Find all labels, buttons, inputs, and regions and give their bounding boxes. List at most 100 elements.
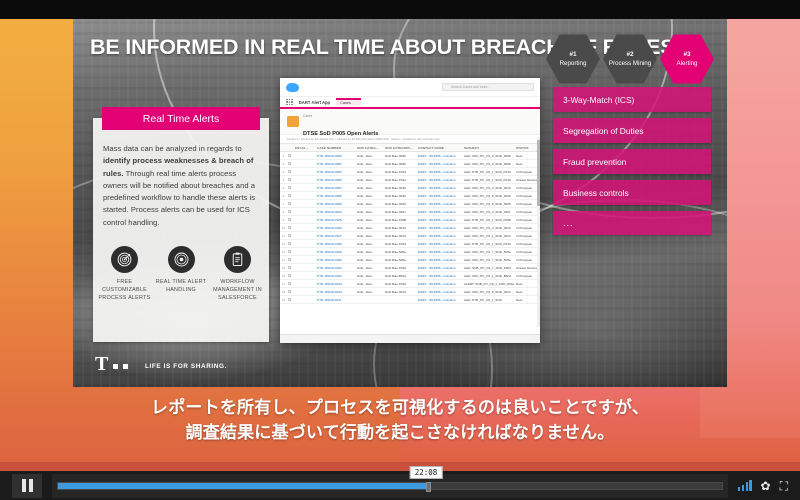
row-checkbox[interactable] <box>287 159 294 169</box>
cell-contact-name[interactable]: DART - IDLDMS - Interface <box>417 159 463 169</box>
cell-case-number[interactable]: PTR_0001117889 <box>316 199 356 209</box>
checkbox-icon[interactable] <box>288 241 291 245</box>
hexagon-step-reporting[interactable]: #1 Reporting <box>546 34 600 84</box>
checkbox-icon[interactable] <box>288 265 291 269</box>
checkbox-icon[interactable] <box>288 297 291 301</box>
cell-case-number[interactable]: PTR_0001117906 <box>316 223 356 233</box>
row-checkbox[interactable] <box>287 207 294 217</box>
cell-contact-name[interactable]: DART - IDLDMS - Interface <box>417 247 463 257</box>
row-checkbox[interactable] <box>287 199 294 209</box>
gear-icon[interactable]: ✿ <box>761 480 771 492</box>
progress-handle[interactable] <box>426 481 431 492</box>
cell-contact-name[interactable]: DART - IDLDMS - Interface <box>417 263 463 273</box>
row-checkbox[interactable] <box>287 295 294 305</box>
cell-case-number[interactable]: PTR_0001117907 <box>316 231 356 241</box>
table-row[interactable]: 7 PTR_0001117889 SoD - Alert SoD Rise 0025 D… <box>280 199 540 209</box>
row-checkbox[interactable] <box>287 231 294 241</box>
cell-contact-name[interactable]: DART - IDLDMS - Interface <box>417 279 463 289</box>
row-checkbox[interactable] <box>287 167 294 177</box>
cell-case-number[interactable]: PTR_0001113237 <box>316 295 356 305</box>
row-checkbox[interactable] <box>287 175 294 185</box>
cell-contact-name[interactable]: DART - IDLDMS - Interface <box>417 215 463 225</box>
cell-case-number[interactable]: PTR_0001113234 <box>316 279 356 289</box>
checkbox-icon[interactable] <box>288 289 291 293</box>
app-scrollbar-thumb[interactable] <box>537 140 540 206</box>
table-row[interactable]: 8 PTR_0001117894 SoD - Alert SoD Rise 0407 D… <box>280 207 540 217</box>
quality-signal-icon[interactable] <box>738 480 752 491</box>
checkbox-icon[interactable] <box>288 193 291 197</box>
cell-case-number[interactable]: PTR_0001117894 <box>316 207 356 217</box>
table-row[interactable]: 12 PTR_0001117908 SoD - Alert SoD Rise P013… <box>280 239 540 249</box>
hexagon-step-process-mining[interactable]: #2 Process Mining <box>603 34 657 84</box>
cell-contact-name[interactable]: DART - IDLDMS - Interface <box>417 271 463 281</box>
checkbox-icon[interactable] <box>288 281 291 285</box>
cell-contact-name[interactable]: DART - IDLDMS - Interface <box>417 175 463 185</box>
hexagon-step-alerting[interactable]: #3 Alerting <box>660 34 714 84</box>
table-row[interactable]: 18 PTR_0001113234 SoD - Alert SoD Rise 0013… <box>280 287 540 297</box>
checkbox-icon[interactable] <box>288 153 291 157</box>
checkbox-icon[interactable] <box>288 249 291 253</box>
cell-case-number[interactable]: PTR_0001113234 <box>316 287 356 297</box>
checkbox-icon[interactable] <box>288 225 291 229</box>
row-checkbox[interactable] <box>287 279 294 289</box>
checkbox-icon[interactable] <box>288 257 291 261</box>
cell-case-number[interactable]: PTR_0001117886 <box>316 175 356 185</box>
cell-case-number[interactable]: PTR_0001117883 <box>316 167 356 177</box>
col-sub-category-1[interactable]: SUB CATEG... <box>356 142 384 153</box>
cell-contact-name[interactable]: DART - IDLDMS - Interface <box>417 191 463 201</box>
checkbox-icon[interactable] <box>288 185 291 189</box>
cell-case-number[interactable]: PTR_0001117980 <box>316 255 356 265</box>
table-row[interactable]: 10 PTR_0001117906 SoD - Alert SoD Rise 0010… <box>280 223 540 233</box>
cell-case-number[interactable]: PTR_0001117881 <box>316 159 356 169</box>
col-subject[interactable]: SUBJECT <box>463 142 515 153</box>
cell-contact-name[interactable]: DART - IDLDMS - Interface <box>417 151 463 161</box>
row-checkbox[interactable] <box>287 151 294 161</box>
table-row[interactable]: 13 PTR_0001117909 SoD - Alert SoD Rise 500a… <box>280 247 540 257</box>
checkbox-icon[interactable] <box>288 273 291 277</box>
row-checkbox[interactable] <box>287 215 294 225</box>
table-row[interactable]: 14 PTR_0001117980 SoD - Alert SoD Rise 500a… <box>280 255 540 265</box>
fullscreen-icon[interactable]: ⛶ <box>780 480 788 492</box>
cell-contact-name[interactable]: DART - IDLDMS - Interface <box>417 199 463 209</box>
cell-case-number[interactable]: PTR_0001117904 <box>316 271 356 281</box>
col-contact-name[interactable]: CONTACT NAME <box>417 142 463 153</box>
col-case-number[interactable]: CASE NUMBER <box>316 142 356 153</box>
cell-case-number[interactable]: PTR_0001117909 <box>316 247 356 257</box>
row-checkbox[interactable] <box>287 287 294 297</box>
progress-bar-container[interactable]: 22:08 <box>52 465 729 498</box>
checkbox-icon[interactable] <box>288 169 291 173</box>
cell-contact-name[interactable]: DART - IDLDMS - Interface <box>417 223 463 233</box>
app-search-input[interactable]: Search Cases and more... <box>442 83 534 91</box>
cell-contact-name[interactable]: DART - IDLDMS - Interface <box>417 231 463 241</box>
checkbox-icon[interactable] <box>288 217 291 221</box>
table-row[interactable]: 4 PTR_0001117886 SoD - Alert SoD Rise P012 D… <box>280 175 540 185</box>
table-row[interactable]: 9 PTR_0001117905 SoD - Alert SoD Rise P008 D… <box>280 215 540 225</box>
col-escalated[interactable]: ESCAL... <box>294 142 316 153</box>
cell-contact-name[interactable]: DART - IDLDMS - Interface <box>417 167 463 177</box>
checkbox-icon[interactable] <box>288 161 291 165</box>
pause-button[interactable] <box>12 473 42 498</box>
col-sub-category-2[interactable]: SUB CATEGORI... <box>384 142 417 153</box>
cell-contact-name[interactable]: DART - IDLDMS - Interface <box>417 207 463 217</box>
checkbox-icon[interactable] <box>288 201 291 205</box>
cell-contact-name[interactable]: DART - IDLDMS - Interface <box>417 183 463 193</box>
cell-case-number[interactable]: PTR_0001117888 <box>316 191 356 201</box>
table-row[interactable]: 16 PTR_0001117904 SoD - Alert SoD Rise B5cA… <box>280 271 540 281</box>
tab-cases[interactable]: Cases <box>336 98 361 106</box>
table-row[interactable]: 6 PTR_0001117888 SoD - Alert SoD Rise 0032 D… <box>280 191 540 201</box>
row-checkbox[interactable] <box>287 263 294 273</box>
row-checkbox[interactable] <box>287 247 294 257</box>
table-row[interactable]: 11 PTR_0001117907 SoD - Alert SoD Rise 0013… <box>280 231 540 241</box>
row-checkbox[interactable] <box>287 271 294 281</box>
cell-contact-name[interactable]: DART - IDLDMS - Interface <box>417 239 463 249</box>
table-row[interactable]: 1 PTR_0001117880 SoD - Alert SoD Rise 0096 D… <box>280 151 540 161</box>
progress-track[interactable]: 22:08 <box>57 465 724 492</box>
table-row[interactable]: 17 PTR_0001113234 SoD - Alert SoD Rise P001… <box>280 279 540 289</box>
cell-case-number[interactable]: PTR_0001117903 <box>316 263 356 273</box>
cell-contact-name[interactable]: DART - IDLDMS - Interface <box>417 287 463 297</box>
checkbox-icon[interactable] <box>288 209 291 213</box>
cell-case-number[interactable]: PTR_0001117887 <box>316 183 356 193</box>
row-checkbox[interactable] <box>287 255 294 265</box>
cell-contact-name[interactable]: DART - IDLDMS - Interface <box>417 255 463 265</box>
row-checkbox[interactable] <box>287 239 294 249</box>
